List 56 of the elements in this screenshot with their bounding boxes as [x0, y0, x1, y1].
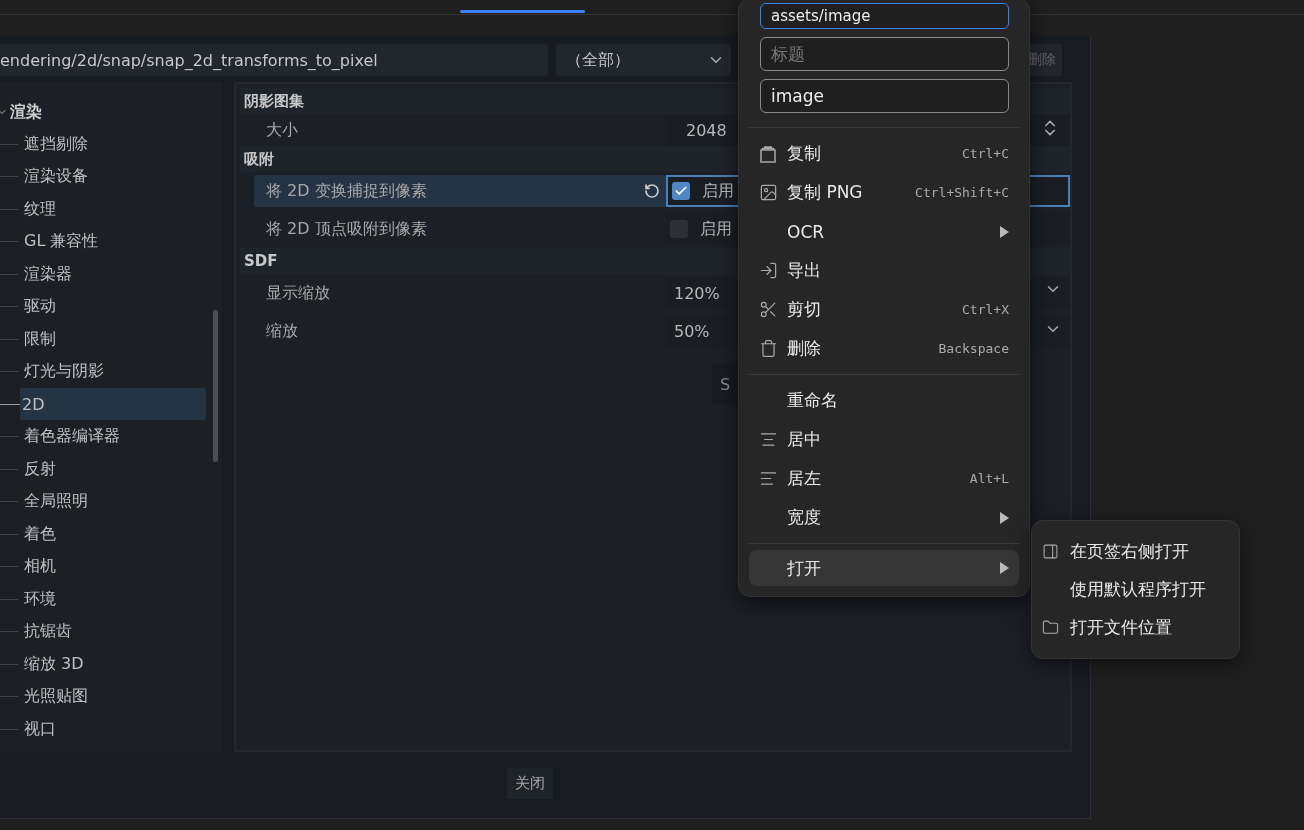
image-icon [759, 183, 778, 202]
scissors-icon [759, 300, 778, 319]
align-left-icon [759, 469, 778, 488]
filter-select[interactable]: （全部） [556, 44, 731, 76]
revert-icon[interactable] [644, 183, 660, 199]
panel-icon [1042, 542, 1059, 560]
tree-item[interactable]: 纹理 [22, 193, 208, 226]
tree-item[interactable]: 2D [20, 388, 206, 421]
menu-item[interactable]: 重命名 [749, 381, 1019, 420]
menu-item[interactable]: OCR [749, 212, 1019, 251]
checkbox[interactable] [672, 182, 690, 200]
tree-item[interactable]: 反射 [22, 453, 208, 486]
menu-item[interactable]: 宽度 [749, 498, 1019, 537]
clipboard-icon [759, 144, 777, 163]
close-button[interactable]: 关闭 [507, 768, 553, 799]
menu-item[interactable]: 打开 [749, 550, 1019, 586]
tree-item[interactable]: 视口 [22, 713, 208, 746]
menu-item[interactable]: 打开文件位置 [1042, 608, 1229, 647]
tree-item[interactable]: 光照贴图 [22, 680, 208, 713]
menu-item[interactable]: 居左 Alt+L [749, 459, 1019, 498]
tree-group-label[interactable]: 渲染 [10, 101, 42, 123]
tree-item[interactable]: 抗锯齿 [22, 615, 208, 648]
trash-icon [759, 339, 778, 358]
menu-item[interactable]: 复制 PNG Ctrl+Shift+C [749, 173, 1019, 212]
tree-item[interactable]: 限制 [22, 323, 208, 356]
export-icon [759, 261, 778, 280]
menu-item[interactable]: 在页签右侧打开 [1042, 532, 1229, 571]
property-label: 缩放 [265, 319, 299, 342]
folder-icon [1042, 619, 1059, 637]
tree-item[interactable]: 全局照明 [22, 485, 208, 518]
text-field[interactable]: image [760, 79, 1009, 113]
menu-item[interactable]: 删除 Backspace [749, 329, 1019, 368]
tree-item[interactable]: 遮挡剔除 [22, 128, 208, 161]
tree-item[interactable]: 驱动 [22, 290, 208, 323]
tree-item[interactable]: 着色 [22, 518, 208, 551]
property-label: 大小 [265, 118, 299, 141]
text-field[interactable]: 标题 [760, 37, 1009, 71]
menu-item[interactable]: 居中 [749, 420, 1019, 459]
tree-item[interactable]: GL 兼容性 [22, 225, 208, 258]
check-icon [674, 184, 688, 198]
tree-item[interactable]: 缩放 3D [22, 648, 208, 681]
menu-item[interactable]: 使用默认程序打开 [1042, 570, 1229, 609]
tree-item[interactable]: 渲染器 [22, 258, 208, 291]
align-center-icon [759, 430, 778, 449]
scrollbar[interactable] [213, 310, 218, 462]
property-label: 将 2D 顶点吸附到像素 [265, 217, 428, 240]
path-field[interactable]: endering/2d/snap/snap_2d_transforms_to_pixel [0, 44, 548, 76]
property-label: 显示缩放 [265, 281, 331, 304]
tree-item[interactable]: 灯光与阴影 [22, 355, 208, 388]
text-field[interactable]: assets/image [760, 3, 1009, 29]
menu-item[interactable]: 剪切 Ctrl+X [749, 290, 1019, 329]
property-label: 将 2D 变换捕捉到像素 [254, 175, 666, 207]
tree-item[interactable]: 着色器编译器 [22, 420, 208, 453]
tree-item[interactable]: 渲染设备 [22, 160, 208, 193]
tree-item[interactable]: 环境 [22, 583, 208, 616]
tree-item[interactable]: 相机 [22, 550, 208, 583]
